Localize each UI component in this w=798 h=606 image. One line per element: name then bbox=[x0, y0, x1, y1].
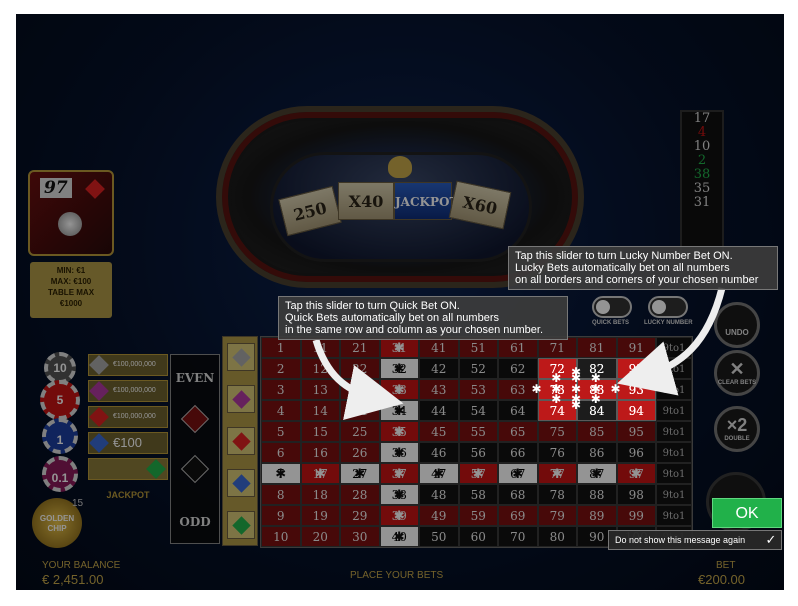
tooltip-line: Lucky Bets automatically bet on all numb… bbox=[515, 262, 730, 274]
tooltip-line: in the same row and column as your chose… bbox=[285, 324, 544, 336]
tooltip-line: on all borders and corners of your chose… bbox=[515, 274, 759, 286]
dont-show-label: Do not show this message again bbox=[615, 535, 746, 545]
game-screen: 250 X40 JACKPOT X60 97 MIN: €1 MAX: €100… bbox=[16, 14, 784, 590]
checkmark-icon[interactable]: ✓ bbox=[764, 533, 778, 547]
tooltip-line: Tap this slider to turn Quick Bet ON. bbox=[285, 300, 460, 312]
tooltip-line: Quick Bets automatically bet on all numb… bbox=[285, 312, 499, 324]
lucky-number-tooltip: Tap this slider to turn Lucky Number Bet… bbox=[508, 246, 778, 290]
ok-button[interactable]: OK bbox=[712, 498, 782, 528]
lucky-number-arrow-icon bbox=[617, 287, 726, 396]
dont-show-again-checkbox[interactable]: Do not show this message again ✓ bbox=[608, 530, 782, 550]
tooltip-line: Tap this slider to turn Lucky Number Bet… bbox=[515, 250, 733, 262]
quick-bet-arrow-icon bbox=[312, 338, 404, 420]
quick-bet-tooltip: Tap this slider to turn Quick Bet ON. Qu… bbox=[278, 296, 568, 340]
